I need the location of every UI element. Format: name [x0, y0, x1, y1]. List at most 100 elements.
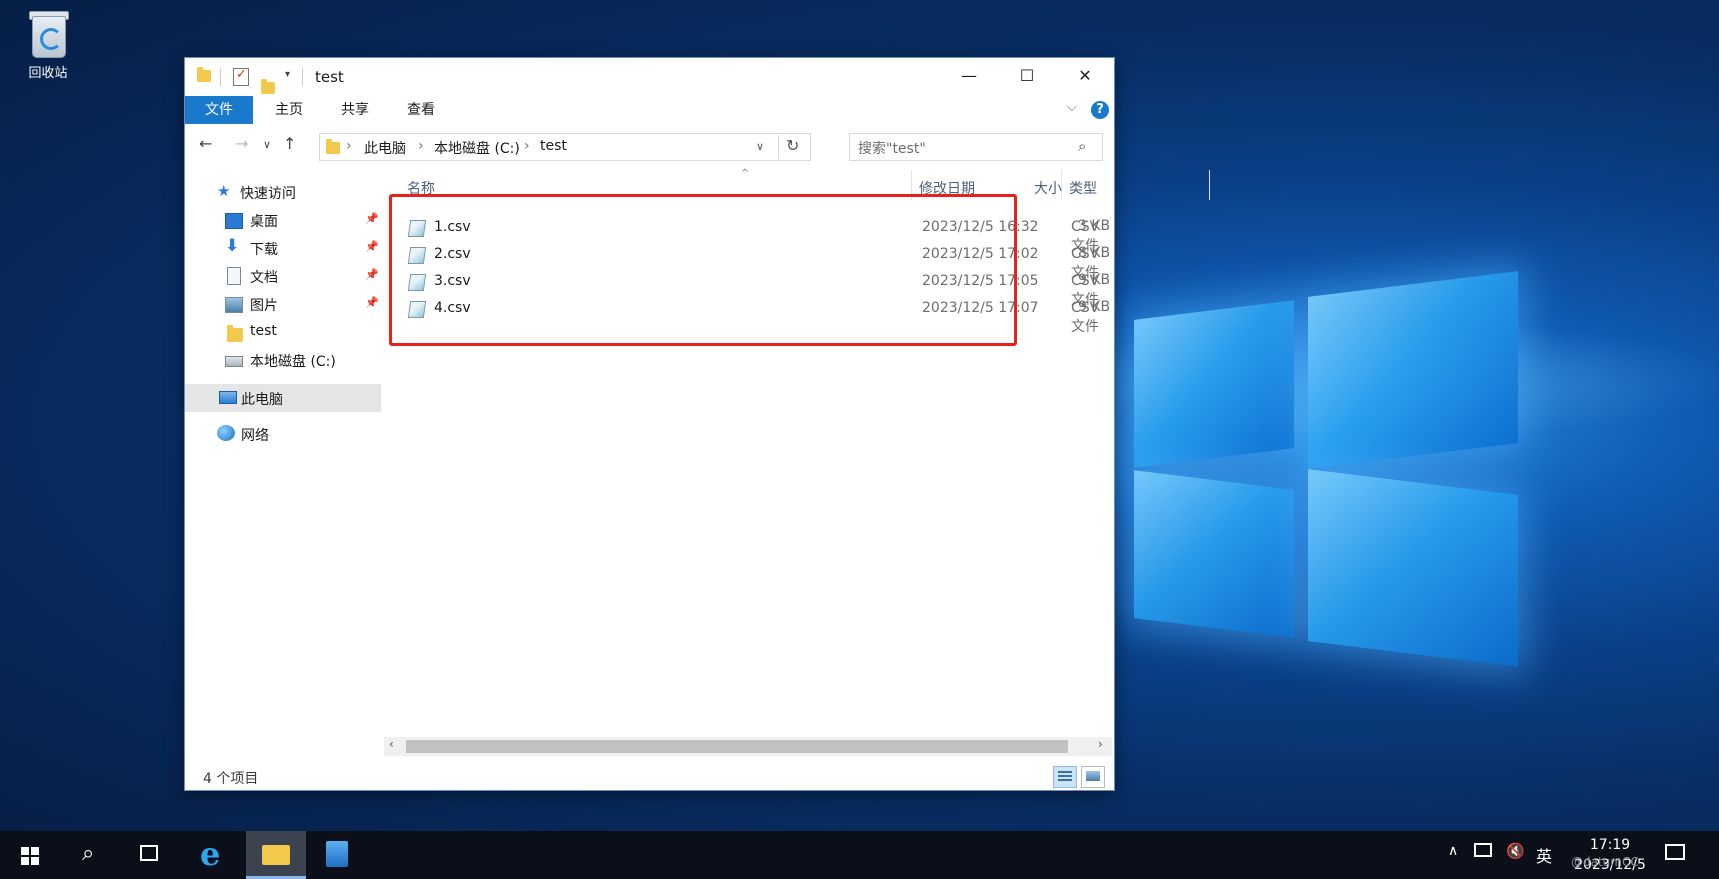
start-button[interactable]	[0, 831, 60, 879]
horizontal-scrollbar[interactable]: ‹ ›	[384, 737, 1112, 756]
red-highlight-box	[389, 194, 1017, 346]
details-view-icon[interactable]	[1053, 766, 1077, 788]
search-icon[interactable]: ⌕	[1078, 137, 1086, 155]
new-folder-icon[interactable]	[261, 79, 275, 94]
scrollbar-thumb[interactable]	[406, 740, 1068, 753]
file-explorer-window: ✓ ▾ test — ☐ ✕ 文件 主页 共享 查看 ⌵ ? ← → ∨ ↑ ›…	[184, 57, 1210, 791]
scroll-right-arrow-icon[interactable]: ›	[1098, 737, 1103, 751]
recent-locations-chevron-icon[interactable]: ∨	[263, 138, 271, 151]
breadcrumb-separator-icon: ›	[418, 138, 424, 154]
sidebar-item-label: 快速访问	[240, 186, 296, 202]
navigation-bar: ← → ∨ ↑ › 此电脑 › 本地磁盘 (C:) › test ∨ ↻ 搜索"…	[185, 128, 1114, 164]
file-size: 9 KB	[1078, 272, 1111, 288]
tab-file[interactable]: 文件	[185, 96, 253, 124]
sidebar-item-this-pc[interactable]: 此电脑	[185, 384, 381, 412]
file-explorer-icon	[262, 845, 290, 865]
breadcrumb-this-pc[interactable]: 此电脑	[364, 138, 406, 158]
folder-icon	[227, 325, 243, 342]
breadcrumb-test[interactable]: test	[540, 138, 567, 154]
task-view-icon	[140, 845, 158, 861]
download-icon: ⬇	[225, 236, 240, 256]
close-button[interactable]: ✕	[1056, 58, 1114, 96]
file-explorer-taskbar-button[interactable]	[246, 831, 306, 879]
sidebar-item-test[interactable]: test	[185, 318, 381, 346]
clock-time: 17:19	[1589, 837, 1631, 853]
sidebar-item-documents[interactable]: 文档 📌	[185, 262, 381, 290]
notification-center-icon[interactable]	[1665, 844, 1685, 860]
search-box[interactable]: 搜索"test" ⌕	[849, 133, 1103, 161]
task-view-button[interactable]	[122, 831, 182, 879]
computer-icon	[219, 391, 237, 404]
document-icon	[227, 267, 241, 285]
server-manager-button[interactable]	[308, 831, 368, 879]
sidebar-item-quick-access[interactable]: ★ 快速访问	[185, 178, 381, 206]
sidebar-item-label: 网络	[241, 428, 269, 444]
sidebar-item-label: 下载	[250, 242, 278, 258]
breadcrumb-separator-icon: ›	[524, 138, 530, 154]
network-icon	[217, 425, 235, 441]
maximize-button[interactable]: ☐	[998, 58, 1056, 96]
sidebar-item-label: 本地磁盘 (C:)	[250, 354, 336, 370]
scroll-left-arrow-icon[interactable]: ‹	[389, 737, 394, 751]
pin-icon: 📌	[365, 240, 379, 253]
sidebar-item-local-disk[interactable]: 本地磁盘 (C:)	[185, 346, 381, 374]
help-icon[interactable]: ?	[1091, 101, 1109, 119]
address-dropdown-chevron-icon[interactable]: ∨	[756, 140, 764, 153]
pin-icon: 📌	[365, 296, 379, 309]
search-taskbar-button[interactable]: ⌕	[62, 831, 122, 879]
address-folder-icon	[326, 139, 340, 154]
watermark-text: @datumCC	[1571, 855, 1639, 869]
navigation-pane: ★ 快速访问 桌面 📌 ⬇ 下载 📌 文档 📌 图片 📌 test 本地磁盘 (…	[185, 170, 381, 748]
tab-share[interactable]: 共享	[329, 96, 381, 124]
internet-explorer-icon: e	[200, 835, 221, 873]
expand-ribbon-chevron-icon[interactable]: ⌵	[1067, 100, 1077, 115]
sidebar-item-label: 桌面	[250, 214, 278, 230]
sidebar-item-network[interactable]: 网络	[185, 420, 381, 448]
file-size: 8 KB	[1078, 245, 1111, 261]
title-bar[interactable]: ✓ ▾ test — ☐ ✕	[185, 58, 1114, 96]
volume-muted-icon[interactable]: 🔇	[1506, 842, 1525, 860]
sidebar-item-label: 图片	[250, 298, 278, 314]
taskbar: ⌕ e ∧ 🔇 英 17:19 2023/12/5	[0, 831, 1719, 879]
sidebar-item-label: 文档	[250, 270, 278, 286]
folder-icon	[197, 67, 211, 82]
sidebar-item-pictures[interactable]: 图片 📌	[185, 290, 381, 318]
tab-home[interactable]: 主页	[263, 96, 315, 124]
column-header-size[interactable]: 大小	[1034, 178, 1062, 198]
internet-explorer-button[interactable]: e	[184, 831, 244, 879]
window-title: test	[315, 68, 344, 86]
large-icons-view-icon[interactable]	[1081, 766, 1105, 788]
picture-icon	[225, 297, 243, 313]
ribbon-tabs: 文件 主页 共享 查看 ⌵ ?	[185, 96, 1114, 124]
sidebar-item-label: test	[250, 323, 277, 339]
quick-access-toolbar-dropdown-icon[interactable]: ▾	[285, 69, 290, 80]
file-size: 3 KB	[1078, 218, 1111, 234]
ime-indicator[interactable]: 英	[1536, 843, 1552, 867]
address-bar[interactable]: › 此电脑 › 本地磁盘 (C:) › test ∨ ↻	[319, 133, 811, 161]
sidebar-item-downloads[interactable]: ⬇ 下载 📌	[185, 234, 381, 262]
show-hidden-icons-chevron-icon[interactable]: ∧	[1448, 843, 1458, 859]
drive-icon	[225, 356, 243, 367]
search-input[interactable]: 搜索"test"	[858, 138, 926, 158]
recycle-bin-shortcut[interactable]: 回收站	[12, 8, 84, 81]
breadcrumb-local-disk[interactable]: 本地磁盘 (C:)	[434, 138, 520, 158]
up-arrow-icon[interactable]: ↑	[283, 134, 296, 153]
search-icon: ⌕	[82, 841, 95, 866]
network-status-icon[interactable]	[1474, 843, 1492, 857]
back-arrow-icon[interactable]: ←	[199, 134, 212, 153]
sort-ascending-icon: ^	[741, 168, 750, 179]
tab-view[interactable]: 查看	[395, 96, 447, 124]
minimize-button[interactable]: —	[940, 58, 998, 96]
sidebar-item-desktop[interactable]: 桌面 📌	[185, 206, 381, 234]
forward-arrow-icon[interactable]: →	[235, 134, 248, 153]
desktop-icon	[225, 213, 243, 229]
status-bar: 4 个项目	[185, 762, 1114, 790]
server-manager-icon	[326, 841, 348, 867]
windows-start-icon	[21, 847, 39, 865]
item-count: 4 个项目	[203, 771, 259, 787]
refresh-icon[interactable]: ↻	[786, 136, 799, 155]
breadcrumb-separator-icon: ›	[346, 138, 352, 154]
pin-icon: 📌	[365, 212, 379, 225]
windows-logo-wallpaper	[1110, 270, 1570, 690]
properties-checklist-icon[interactable]: ✓	[233, 67, 249, 86]
